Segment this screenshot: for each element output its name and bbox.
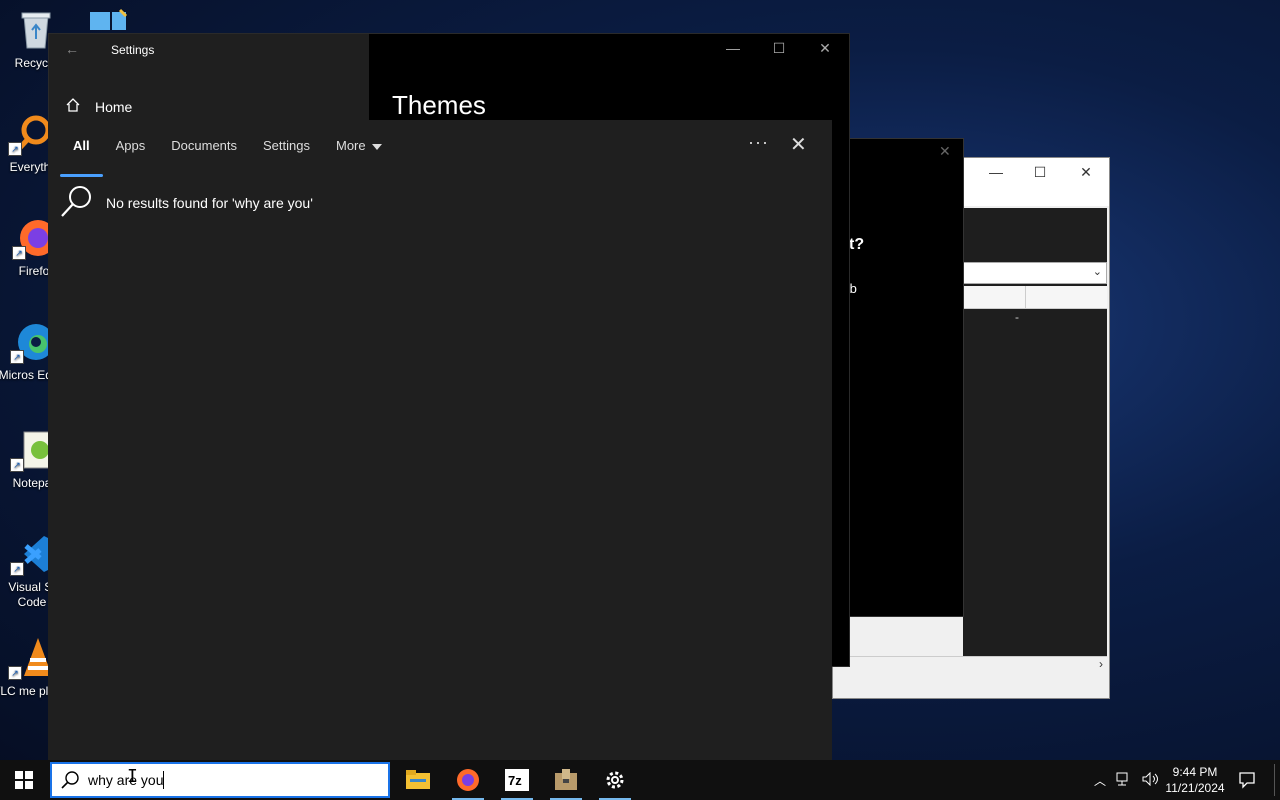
svg-text:7z: 7z xyxy=(508,773,522,788)
tab-settings[interactable]: Settings xyxy=(250,134,323,157)
chevron-up-icon[interactable]: ︿ xyxy=(1094,772,1106,789)
dialog-close-icon[interactable]: ✕ xyxy=(939,143,951,160)
clock-date: 11/21/2024 xyxy=(1165,781,1225,795)
taskbar-file-explorer[interactable] xyxy=(396,760,440,800)
no-results-text: No results found for 'why are you' xyxy=(106,194,313,211)
horizontal-scrollbar[interactable]: › xyxy=(833,656,1107,673)
chevron-right-icon[interactable]: › xyxy=(1099,657,1103,671)
window-title: Settings xyxy=(111,43,155,57)
shortcut-arrow-icon: ↗ xyxy=(8,666,22,680)
tab-all[interactable]: All xyxy=(60,134,103,177)
taskbar-search-input[interactable]: why are you xyxy=(50,762,390,798)
windows-logo-icon xyxy=(15,771,33,789)
text-cursor xyxy=(163,771,165,789)
chevron-down-icon: ⌄ xyxy=(1092,266,1102,278)
dark-dialog: ✕ ort? al Hub he xyxy=(832,138,964,617)
maximize-icon[interactable]: ☐ xyxy=(761,40,797,57)
search-close-button[interactable]: ✕ xyxy=(790,132,807,157)
table-cell: - xyxy=(1015,310,1019,324)
file-explorer-icon xyxy=(406,770,430,789)
7zip-icon: 7z xyxy=(505,769,529,791)
taskbar-clock[interactable]: 9:44 PM 11/21/2024 xyxy=(1160,764,1230,796)
shortcut-arrow-icon: ↗ xyxy=(10,458,24,472)
settings-gear-icon xyxy=(606,771,624,789)
back-arrow-icon[interactable]: ← xyxy=(65,41,79,57)
tab-documents[interactable]: Documents xyxy=(158,134,250,157)
tab-more[interactable]: More xyxy=(323,134,395,157)
system-tray: ︿ xyxy=(1094,760,1160,800)
notification-center-icon[interactable] xyxy=(1238,771,1256,794)
desktop-icon-top-partial[interactable] xyxy=(90,8,136,32)
dropdown-select[interactable]: ⌄ xyxy=(963,262,1107,284)
tab-apps[interactable]: Apps xyxy=(103,134,159,157)
more-options-button[interactable]: ··· xyxy=(748,132,769,153)
shortcut-arrow-icon: ↗ xyxy=(10,562,24,576)
minimize-icon[interactable]: — xyxy=(981,164,1011,180)
home-label: Home xyxy=(95,98,133,115)
show-desktop-button[interactable] xyxy=(1274,764,1275,796)
minimize-icon[interactable]: — xyxy=(715,40,751,56)
clock-time: 9:44 PM xyxy=(1172,765,1218,779)
shortcut-arrow-icon: ↗ xyxy=(8,142,22,156)
close-icon[interactable]: ✕ xyxy=(807,40,843,57)
vlc-icon: ↗ xyxy=(8,636,52,680)
taskbar: why are you 7z ︿ 9:44 PM 11/21/2024 xyxy=(0,760,1280,800)
search-query-text: why are you xyxy=(88,772,164,788)
taskbar-settings[interactable] xyxy=(593,760,637,800)
taskbar-firefox[interactable] xyxy=(446,760,490,800)
page-title: Themes xyxy=(392,90,486,120)
package-icon xyxy=(555,769,577,790)
start-button[interactable] xyxy=(0,760,48,800)
firefox-icon xyxy=(457,769,479,791)
no-results-message: No results found for 'why are you' xyxy=(60,184,313,221)
settings-home-link[interactable]: Home xyxy=(65,97,132,116)
caret-down-icon xyxy=(371,143,382,150)
volume-icon[interactable] xyxy=(1142,771,1160,789)
search-tabs: All Apps Documents Settings More xyxy=(60,134,395,177)
home-icon xyxy=(65,97,81,116)
search-icon xyxy=(60,770,80,790)
table-header-row xyxy=(963,286,1107,309)
network-icon[interactable] xyxy=(1116,772,1132,789)
everything-search-icon: ↗ xyxy=(8,112,52,156)
mouse-ibeam-cursor: I xyxy=(127,766,138,787)
search-icon xyxy=(60,184,94,221)
shortcut-arrow-icon: ↗ xyxy=(12,246,26,260)
tab-more-label: More xyxy=(336,138,366,153)
close-icon[interactable]: ✕ xyxy=(1071,164,1101,181)
taskbar-package[interactable] xyxy=(544,760,588,800)
shortcut-arrow-icon: ↗ xyxy=(10,350,24,364)
taskbar-7zip[interactable]: 7z xyxy=(495,760,539,800)
search-panel: All Apps Documents Settings More ··· ✕ N… xyxy=(48,120,832,760)
maximize-icon[interactable]: ☐ xyxy=(1025,164,1055,181)
